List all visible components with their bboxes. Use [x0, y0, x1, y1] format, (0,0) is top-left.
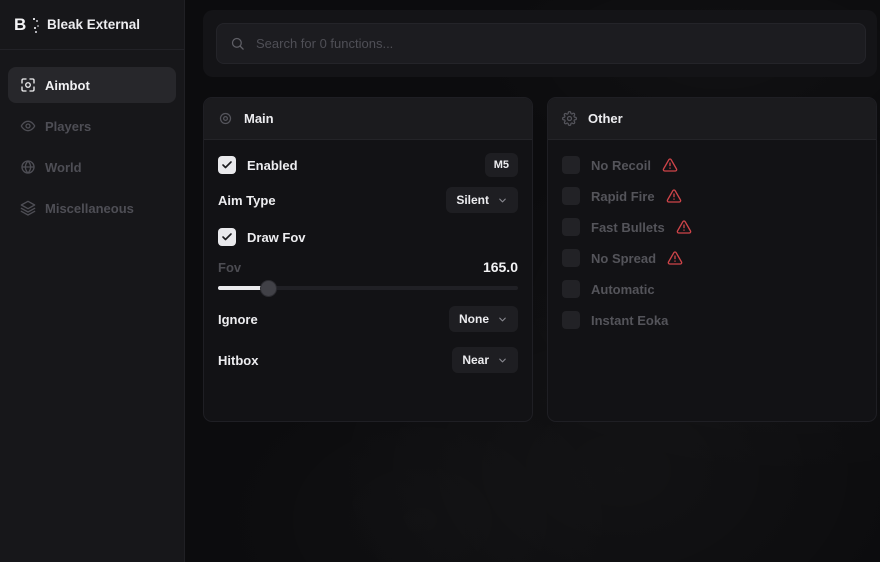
hitbox-dropdown[interactable]: Near	[452, 347, 518, 373]
panel-main-body: Enabled M5 Aim Type Silent Draw Fov Fov …	[204, 152, 532, 373]
fov-row: Fov 165.0	[218, 258, 518, 276]
app-title: Bleak External	[47, 17, 140, 32]
aim-type-label: Aim Type	[218, 193, 276, 208]
sidebar-item-label: Aimbot	[45, 78, 90, 93]
other-row-fast-bullets: Fast Bullets	[562, 218, 862, 236]
draw-fov-label: Draw Fov	[247, 230, 306, 245]
layers-icon	[20, 200, 36, 216]
rapid-fire-label: Rapid Fire	[591, 189, 655, 204]
panel-main-header: Main	[204, 98, 532, 140]
draw-fov-row: Draw Fov	[218, 224, 518, 250]
ignore-row: Ignore None	[218, 306, 518, 332]
automatic-checkbox[interactable]	[562, 280, 580, 298]
search-input[interactable]: Search for 0 functions...	[216, 23, 866, 64]
ignore-dropdown[interactable]: None	[449, 306, 518, 332]
check-icon	[221, 231, 233, 243]
chevron-down-icon	[497, 355, 508, 366]
app-logo-icon: B	[14, 15, 36, 35]
automatic-label: Automatic	[591, 282, 655, 297]
fast-bullets-label: Fast Bullets	[591, 220, 665, 235]
keybind-button[interactable]: M5	[485, 153, 518, 177]
fov-slider[interactable]	[218, 280, 518, 296]
chevron-down-icon	[497, 195, 508, 206]
brand: B Bleak External	[0, 0, 184, 50]
panel-other-body: No Recoil Rapid Fire Fast Bullets No Spr…	[548, 156, 876, 329]
no-recoil-label: No Recoil	[591, 158, 651, 173]
sidebar-item-label: World	[45, 160, 82, 175]
instant-eoka-label: Instant Eoka	[591, 313, 668, 328]
other-row-automatic: Automatic	[562, 280, 862, 298]
no-recoil-checkbox[interactable]	[562, 156, 580, 174]
ignore-label: Ignore	[218, 312, 258, 327]
draw-fov-checkbox[interactable]	[218, 228, 236, 246]
enabled-checkbox[interactable]	[218, 156, 236, 174]
instant-eoka-checkbox[interactable]	[562, 311, 580, 329]
enabled-row: Enabled M5	[218, 152, 518, 178]
enabled-label: Enabled	[247, 158, 298, 173]
warning-icon	[666, 188, 682, 204]
warning-icon	[662, 157, 678, 173]
warning-icon	[676, 219, 692, 235]
check-icon	[221, 159, 233, 171]
other-row-rapid-fire: Rapid Fire	[562, 187, 862, 205]
search-placeholder: Search for 0 functions...	[256, 36, 393, 51]
hitbox-label: Hitbox	[218, 353, 258, 368]
logo-glitch-dots	[33, 18, 35, 20]
fast-bullets-checkbox[interactable]	[562, 218, 580, 236]
ignore-value: None	[459, 312, 489, 326]
globe-icon	[20, 159, 36, 175]
rapid-fire-checkbox[interactable]	[562, 187, 580, 205]
hitbox-row: Hitbox Near	[218, 347, 518, 373]
enabled-toggle[interactable]: Enabled	[218, 156, 298, 174]
no-spread-label: No Spread	[591, 251, 656, 266]
gear-icon	[562, 111, 577, 126]
sidebar-item-players[interactable]: Players	[8, 108, 176, 144]
panel-title: Main	[244, 111, 274, 126]
search-icon	[230, 36, 245, 51]
panel-other-header: Other	[548, 98, 876, 140]
target-icon	[218, 111, 233, 126]
sidebar-item-aimbot[interactable]: Aimbot	[8, 67, 176, 103]
other-row-no-recoil: No Recoil	[562, 156, 862, 174]
crosshair-icon	[20, 77, 36, 93]
warning-icon	[667, 250, 683, 266]
other-row-no-spread: No Spread	[562, 249, 862, 267]
fov-value: 165.0	[483, 259, 518, 275]
panel-main: Main Enabled M5 Aim Type Silent Draw Fov	[203, 97, 533, 422]
sidebar-item-label: Players	[45, 119, 91, 134]
sidebar-nav: Aimbot Players World Miscellaneous	[0, 50, 184, 239]
sidebar-item-label: Miscellaneous	[45, 201, 134, 216]
hitbox-value: Near	[462, 353, 489, 367]
search-panel: Search for 0 functions...	[203, 10, 877, 77]
aim-type-row: Aim Type Silent	[218, 187, 518, 213]
sidebar: B Bleak External Aimbot Players World	[0, 0, 185, 562]
aim-type-dropdown[interactable]: Silent	[446, 187, 518, 213]
eye-icon	[20, 118, 36, 134]
no-spread-checkbox[interactable]	[562, 249, 580, 267]
logo-glyph: B	[14, 15, 26, 35]
fov-label: Fov	[218, 260, 241, 275]
chevron-down-icon	[497, 314, 508, 325]
panel-other: Other No Recoil Rapid Fire Fast Bullets …	[547, 97, 877, 422]
other-row-instant-eoka: Instant Eoka	[562, 311, 862, 329]
sidebar-item-world[interactable]: World	[8, 149, 176, 185]
aim-type-value: Silent	[456, 193, 489, 207]
fov-slider-thumb[interactable]	[260, 280, 277, 297]
panel-title: Other	[588, 111, 623, 126]
sidebar-item-miscellaneous[interactable]: Miscellaneous	[8, 190, 176, 226]
